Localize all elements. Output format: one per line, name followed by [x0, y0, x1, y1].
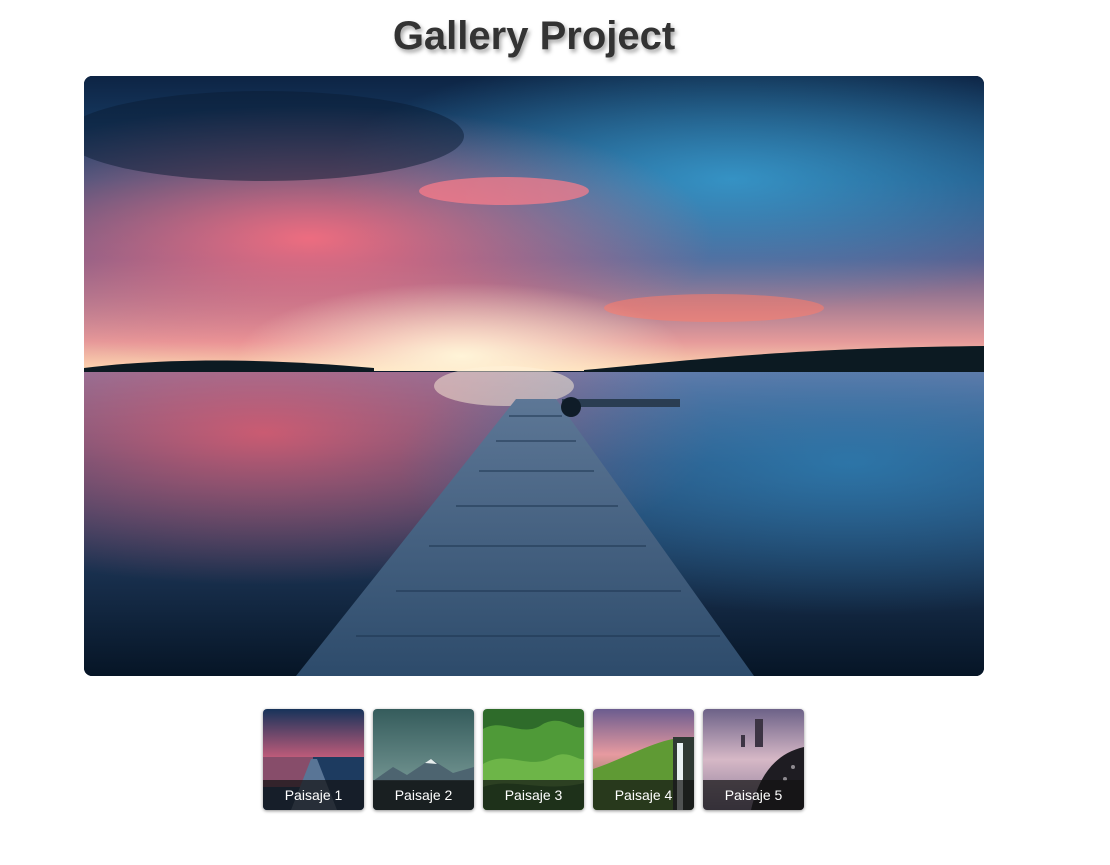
- thumbnail-label: Paisaje 3: [483, 780, 584, 810]
- thumbnail-paisaje-1[interactable]: Paisaje 1: [263, 709, 364, 810]
- main-image-viewer: [84, 76, 984, 676]
- thumbnail-paisaje-4[interactable]: Paisaje 4: [593, 709, 694, 810]
- thumbnail-label: Paisaje 2: [373, 780, 474, 810]
- page-title: Gallery Project: [392, 14, 676, 58]
- thumbnail-strip: Paisaje 1 Paisaje 2 Paisaje 3 Paisaje 4 …: [263, 709, 804, 810]
- thumbnail-label: Paisaje 4: [593, 780, 694, 810]
- thumbnail-paisaje-3[interactable]: Paisaje 3: [483, 709, 584, 810]
- thumbnail-label: Paisaje 5: [703, 780, 804, 810]
- thumbnail-paisaje-5[interactable]: Paisaje 5: [703, 709, 804, 810]
- main-sunset-pier-image: [84, 76, 984, 676]
- thumbnail-paisaje-2[interactable]: Paisaje 2: [373, 709, 474, 810]
- thumbnail-label: Paisaje 1: [263, 780, 364, 810]
